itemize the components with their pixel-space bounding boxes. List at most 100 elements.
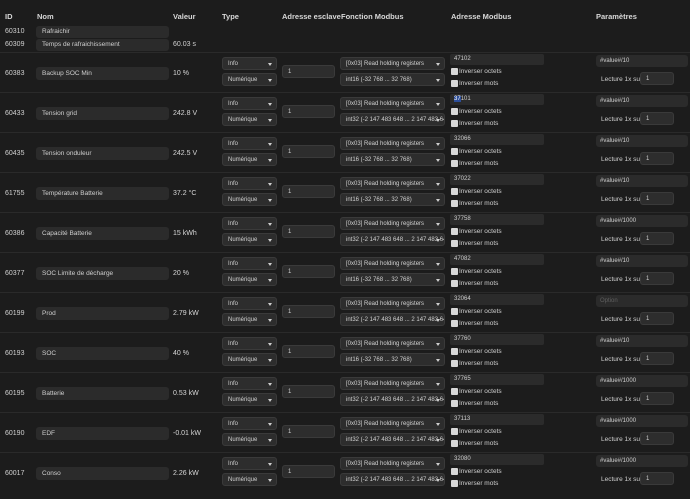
type-select[interactable]: Info: [222, 57, 277, 70]
lecture-input[interactable]: 1: [640, 272, 674, 285]
data-format-select[interactable]: int32 (-2 147 483 648 ... 2 147 483 647): [340, 473, 445, 486]
inverser-mots-checkbox[interactable]: Inverser mots: [451, 159, 561, 169]
lecture-input[interactable]: 1: [640, 312, 674, 325]
type-select[interactable]: Info: [222, 377, 277, 390]
modbus-function-select[interactable]: [0x03] Read holding registers: [340, 177, 445, 190]
inverser-mots-checkbox[interactable]: Inverser mots: [451, 199, 561, 209]
modbus-function-select[interactable]: [0x03] Read holding registers: [340, 377, 445, 390]
slave-address-input[interactable]: 1: [282, 345, 335, 358]
subtype-select[interactable]: Numérique: [222, 433, 277, 446]
parameter-input[interactable]: #value#/10: [596, 335, 688, 347]
checkbox-box[interactable]: [451, 388, 458, 395]
data-format-select[interactable]: int16 (-32 768 ... 32 768): [340, 73, 445, 86]
type-select[interactable]: Info: [222, 257, 277, 270]
checkbox-box[interactable]: [451, 428, 458, 435]
slave-address-input[interactable]: 1: [282, 305, 335, 318]
parameter-input[interactable]: #value#/10: [596, 135, 688, 147]
checkbox-box[interactable]: [451, 308, 458, 315]
type-select[interactable]: Info: [222, 297, 277, 310]
subtype-select[interactable]: Numérique: [222, 313, 277, 326]
subtype-select[interactable]: Numérique: [222, 233, 277, 246]
command-name-field[interactable]: Capacité Batterie: [36, 227, 169, 240]
subtype-select[interactable]: Numérique: [222, 113, 277, 126]
command-name-field[interactable]: Température Batterie: [36, 187, 169, 200]
inverser-octets-checkbox[interactable]: Inverser octets: [451, 267, 561, 277]
slave-address-input[interactable]: 1: [282, 145, 335, 158]
modbus-function-select[interactable]: [0x03] Read holding registers: [340, 337, 445, 350]
checkbox-box[interactable]: [451, 440, 458, 447]
data-format-select[interactable]: int16 (-32 768 ... 32 768): [340, 153, 445, 166]
inverser-octets-checkbox[interactable]: Inverser octets: [451, 427, 561, 437]
inverser-mots-checkbox[interactable]: Inverser mots: [451, 399, 561, 409]
parameter-input[interactable]: #value#/10: [596, 95, 688, 107]
slave-address-input[interactable]: 1: [282, 265, 335, 278]
checkbox-box[interactable]: [451, 280, 458, 287]
parameter-input[interactable]: #value#/10: [596, 55, 688, 67]
command-name-field[interactable]: Backup SOC Min: [36, 67, 169, 80]
checkbox-box[interactable]: [451, 228, 458, 235]
lecture-input[interactable]: 1: [640, 192, 674, 205]
slave-address-input[interactable]: 1: [282, 185, 335, 198]
lecture-input[interactable]: 1: [640, 232, 674, 245]
data-format-select[interactable]: int16 (-32 768 ... 32 768): [340, 353, 445, 366]
type-select[interactable]: Info: [222, 457, 277, 470]
slave-address-input[interactable]: 1: [282, 225, 335, 238]
checkbox-box[interactable]: [451, 108, 458, 115]
parameter-input[interactable]: #value#/1000: [596, 215, 688, 227]
command-name-field[interactable]: Batterie: [36, 387, 169, 400]
inverser-octets-checkbox[interactable]: Inverser octets: [451, 107, 561, 117]
modbus-function-select[interactable]: [0x03] Read holding registers: [340, 137, 445, 150]
command-name-field[interactable]: Temps de rafraichissement: [36, 39, 169, 51]
checkbox-box[interactable]: [451, 268, 458, 275]
checkbox-box[interactable]: [451, 360, 458, 367]
lecture-input[interactable]: 1: [640, 392, 674, 405]
checkbox-box[interactable]: [451, 148, 458, 155]
inverser-octets-checkbox[interactable]: Inverser octets: [451, 387, 561, 397]
inverser-mots-checkbox[interactable]: Inverser mots: [451, 79, 561, 89]
modbus-address-input[interactable]: 37113: [450, 414, 544, 425]
subtype-select[interactable]: Numérique: [222, 473, 277, 486]
checkbox-box[interactable]: [451, 480, 458, 487]
data-format-select[interactable]: int32 (-2 147 483 648 ... 2 147 483 647): [340, 313, 445, 326]
command-name-field[interactable]: Conso: [36, 467, 169, 480]
modbus-address-input[interactable]: 47082: [450, 254, 544, 265]
inverser-mots-checkbox[interactable]: Inverser mots: [451, 279, 561, 289]
modbus-address-input[interactable]: 47102: [450, 54, 544, 65]
slave-address-input[interactable]: 1: [282, 385, 335, 398]
data-format-select[interactable]: int32 (-2 147 483 648 ... 2 147 483 647): [340, 113, 445, 126]
modbus-address-input[interactable]: 37022: [450, 174, 544, 185]
lecture-input[interactable]: 1: [640, 72, 674, 85]
checkbox-box[interactable]: [451, 240, 458, 247]
type-select[interactable]: Info: [222, 217, 277, 230]
subtype-select[interactable]: Numérique: [222, 193, 277, 206]
type-select[interactable]: Info: [222, 137, 277, 150]
modbus-function-select[interactable]: [0x03] Read holding registers: [340, 417, 445, 430]
parameter-input[interactable]: #value#/1000: [596, 375, 688, 387]
inverser-octets-checkbox[interactable]: Inverser octets: [451, 67, 561, 77]
parameter-input[interactable]: #value#/10: [596, 175, 688, 187]
inverser-octets-checkbox[interactable]: Inverser octets: [451, 467, 561, 477]
checkbox-box[interactable]: [451, 320, 458, 327]
checkbox-box[interactable]: [451, 468, 458, 475]
modbus-address-input[interactable]: 32080: [450, 454, 544, 465]
modbus-function-select[interactable]: [0x03] Read holding registers: [340, 257, 445, 270]
parameter-input[interactable]: #value#/1000: [596, 455, 688, 467]
modbus-address-input[interactable]: 32066: [450, 134, 544, 145]
type-select[interactable]: Info: [222, 97, 277, 110]
data-format-select[interactable]: int32 (-2 147 483 648 ... 2 147 483 647): [340, 233, 445, 246]
lecture-input[interactable]: 1: [640, 432, 674, 445]
modbus-function-select[interactable]: [0x03] Read holding registers: [340, 217, 445, 230]
parameter-input[interactable]: #value#/10: [596, 255, 688, 267]
command-name-field[interactable]: EDF: [36, 427, 169, 440]
inverser-mots-checkbox[interactable]: Inverser mots: [451, 319, 561, 329]
checkbox-box[interactable]: [451, 200, 458, 207]
checkbox-box[interactable]: [451, 68, 458, 75]
slave-address-input[interactable]: 1: [282, 465, 335, 478]
parameter-input[interactable]: Option: [596, 295, 688, 307]
modbus-address-input[interactable]: 37765: [450, 374, 544, 385]
command-name-field[interactable]: Tension grid: [36, 107, 169, 120]
modbus-address-input[interactable]: 37760: [450, 334, 544, 345]
modbus-function-select[interactable]: [0x03] Read holding registers: [340, 457, 445, 470]
inverser-octets-checkbox[interactable]: Inverser octets: [451, 147, 561, 157]
inverser-mots-checkbox[interactable]: Inverser mots: [451, 359, 561, 369]
